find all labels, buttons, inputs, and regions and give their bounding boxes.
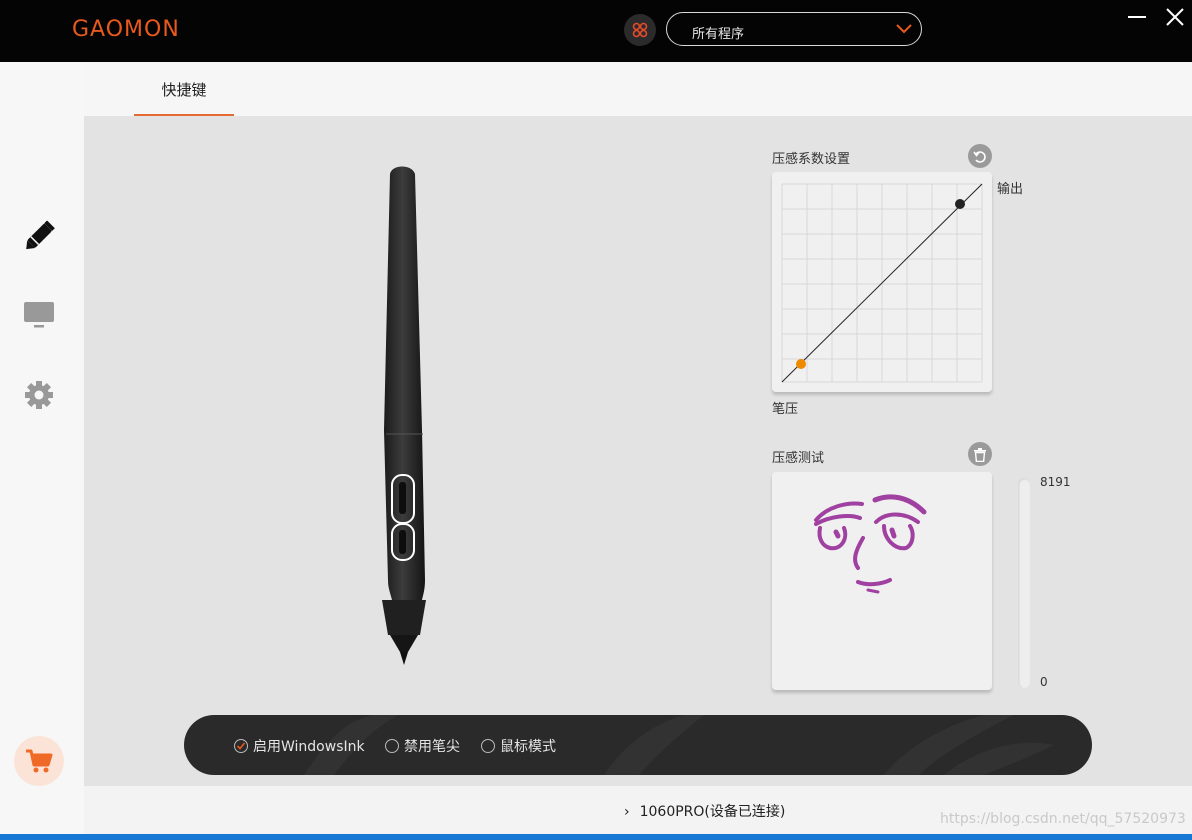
undo-icon bbox=[973, 149, 987, 168]
pen-icon[interactable] bbox=[20, 216, 60, 260]
sidebar bbox=[0, 62, 84, 834]
pressure-test-title: 压感测试 bbox=[772, 451, 825, 466]
gaomon-logo: GAOMON bbox=[72, 17, 180, 42]
gear-icon[interactable] bbox=[24, 380, 54, 414]
pen-pressure-axis-label: 笔压 bbox=[772, 402, 799, 417]
clear-test-button[interactable] bbox=[968, 442, 992, 466]
title-bar: GAOMON 所有程序 bbox=[0, 0, 1192, 62]
option-label: 启用WindowsInk bbox=[253, 739, 365, 755]
chevron-down-icon bbox=[895, 21, 913, 41]
close-icon[interactable] bbox=[1166, 8, 1184, 26]
app-grid-icon[interactable] bbox=[624, 14, 656, 46]
tab-label: 快捷键 bbox=[161, 81, 207, 99]
taskbar-edge bbox=[0, 834, 1192, 840]
checkbox-checked-icon bbox=[234, 739, 248, 753]
options-bar: 启用WindowsInk 禁用笔尖 鼠标模式 bbox=[184, 715, 1092, 775]
radio-unchecked-icon bbox=[481, 739, 495, 753]
pressure-min-value: 0 bbox=[1040, 675, 1048, 689]
shop-button[interactable] bbox=[14, 736, 64, 786]
pressure-test-canvas[interactable] bbox=[772, 472, 992, 690]
tab-shortcuts[interactable]: 快捷键 bbox=[134, 62, 234, 117]
option-disable-tip[interactable]: 禁用笔尖 bbox=[385, 737, 460, 755]
device-status-label: 1060PRO(设备已连接) bbox=[639, 804, 786, 820]
monitor-icon[interactable] bbox=[22, 300, 56, 336]
pressure-level-bar bbox=[1018, 478, 1030, 688]
watermark: https://blog.csdn.net/qq_57520973 bbox=[940, 811, 1186, 827]
option-label: 鼠标模式 bbox=[500, 739, 556, 755]
program-select[interactable]: 所有程序 bbox=[666, 12, 922, 46]
option-mouse-mode[interactable]: 鼠标模式 bbox=[481, 737, 556, 755]
pressure-curve-title: 压感系数设置 bbox=[772, 152, 851, 167]
device-status[interactable]: › 1060PRO(设备已连接) bbox=[624, 801, 785, 821]
pressure-max-value: 8191 bbox=[1040, 475, 1071, 489]
option-label: 禁用笔尖 bbox=[404, 739, 460, 755]
curve-handle-start bbox=[796, 359, 806, 369]
program-select-value: 所有程序 bbox=[692, 27, 745, 42]
curve-handle-end bbox=[955, 199, 965, 209]
reset-curve-button[interactable] bbox=[968, 144, 992, 168]
stylus-illustration bbox=[370, 160, 436, 674]
pressure-curve-editor[interactable] bbox=[772, 172, 992, 392]
tab-bar: 快捷键 bbox=[84, 62, 1192, 117]
output-axis-label: 输出 bbox=[997, 182, 1024, 197]
trash-icon bbox=[974, 447, 986, 466]
cart-icon bbox=[25, 748, 53, 778]
minimize-icon[interactable] bbox=[1128, 16, 1146, 18]
chevron-right-icon: › bbox=[624, 804, 630, 820]
radio-unchecked-icon bbox=[385, 739, 399, 753]
option-windows-ink[interactable]: 启用WindowsInk bbox=[234, 737, 365, 755]
